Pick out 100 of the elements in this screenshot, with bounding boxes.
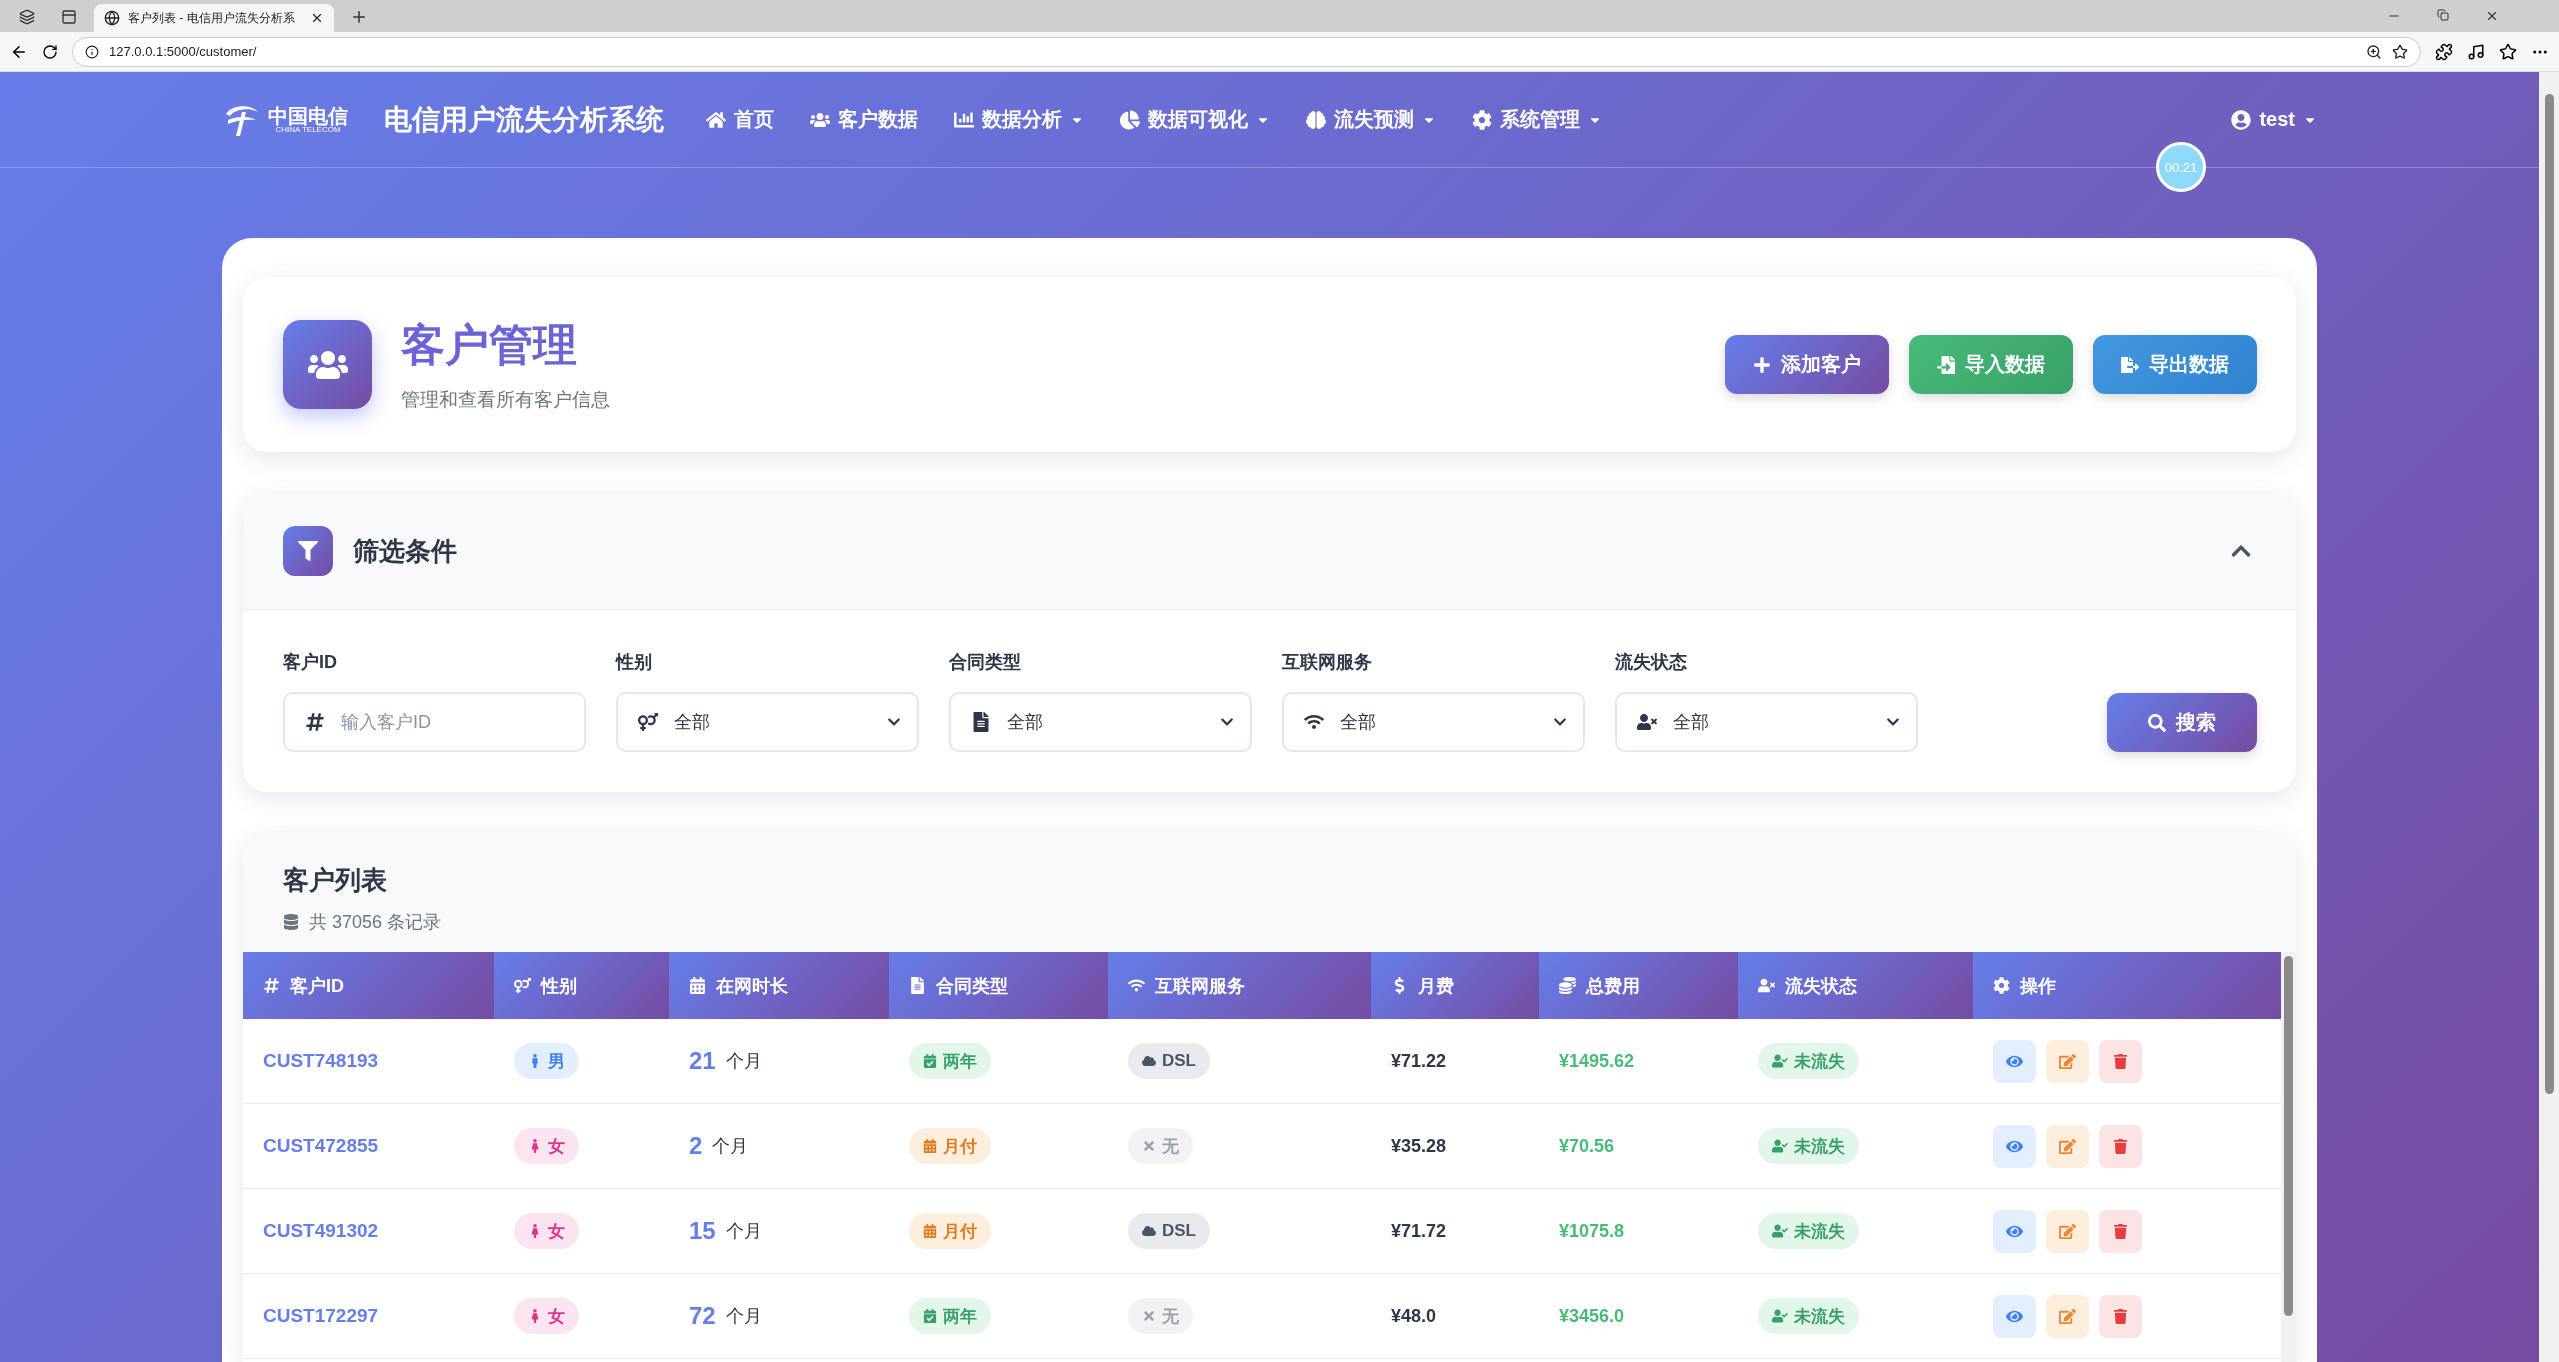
monthly-fee: ¥35.28 bbox=[1391, 1135, 1447, 1157]
scrollbar-thumb[interactable] bbox=[2284, 956, 2293, 1316]
gender-tag: 女 bbox=[514, 1213, 579, 1249]
nav-link[interactable]: 数据可视化 bbox=[1120, 106, 1270, 133]
pie-chart-icon bbox=[1120, 109, 1140, 130]
field-label: 合同类型 bbox=[949, 651, 1022, 674]
customer-id-link[interactable]: CUST491302 bbox=[263, 1220, 379, 1242]
favorites-icon[interactable] bbox=[2499, 42, 2517, 61]
music-icon[interactable] bbox=[2467, 42, 2485, 61]
column-header: 月费 bbox=[1371, 952, 1539, 1019]
nav-link[interactable]: 流失预测 bbox=[1306, 106, 1436, 133]
edit-icon bbox=[2059, 1222, 2076, 1240]
trash-icon bbox=[2113, 1138, 2128, 1154]
internet-tag: 无 bbox=[1128, 1298, 1193, 1334]
contract-select[interactable]: 全部 bbox=[949, 692, 1252, 752]
calendar-check-icon bbox=[923, 1309, 937, 1323]
churn-tag: 未流失 bbox=[1758, 1043, 1859, 1079]
file-import-icon bbox=[1937, 355, 1955, 374]
page-subtitle: 管理和查看所有客户信息 bbox=[401, 388, 610, 412]
edit-button[interactable] bbox=[2046, 1209, 2089, 1253]
file-export-icon bbox=[2121, 355, 2139, 374]
user-x-icon bbox=[1637, 712, 1657, 732]
monthly-fee: ¥71.22 bbox=[1391, 1050, 1447, 1072]
delete-button[interactable] bbox=[2099, 1209, 2142, 1253]
column-header: 互联网服务 bbox=[1108, 952, 1371, 1019]
restore-icon[interactable] bbox=[2437, 9, 2449, 21]
total-fee: ¥1495.62 bbox=[1559, 1050, 1635, 1072]
edit-button[interactable] bbox=[2046, 1124, 2089, 1168]
column-header: 操作 bbox=[1973, 952, 2281, 1019]
close-icon[interactable] bbox=[310, 11, 324, 25]
gender-select[interactable]: 全部 bbox=[616, 692, 919, 752]
trash-icon bbox=[2113, 1223, 2128, 1239]
zoom-icon[interactable] bbox=[2366, 43, 2382, 60]
monthly-fee: ¥48.0 bbox=[1391, 1305, 1437, 1327]
calendar-check-icon bbox=[923, 1054, 937, 1068]
gender-icon bbox=[638, 712, 658, 732]
user-x-icon bbox=[1758, 977, 1775, 994]
calendar-icon bbox=[689, 977, 706, 994]
user-menu[interactable]: test bbox=[2231, 108, 2317, 131]
nav-link[interactable]: 客户数据 bbox=[810, 106, 918, 133]
delete-button[interactable] bbox=[2099, 1039, 2142, 1083]
info-icon bbox=[85, 44, 99, 59]
churn-tag: 未流失 bbox=[1758, 1298, 1859, 1334]
calendar-icon bbox=[923, 1224, 937, 1238]
scrollbar-thumb[interactable] bbox=[2544, 94, 2554, 1094]
edit-button[interactable] bbox=[2046, 1039, 2089, 1083]
edit-icon bbox=[2059, 1137, 2076, 1155]
page-title: 客户管理 bbox=[401, 319, 578, 371]
star-icon[interactable] bbox=[2392, 43, 2408, 60]
tenure-value: 72 bbox=[689, 1302, 716, 1330]
search-button[interactable]: 搜索 bbox=[2107, 693, 2257, 752]
churn-tag: 未流失 bbox=[1758, 1213, 1859, 1249]
edit-button[interactable] bbox=[2046, 1294, 2089, 1338]
tenure-unit: 个月 bbox=[725, 1220, 762, 1243]
address-bar[interactable]: 127.0.0.1:5000/customer/ bbox=[72, 36, 2421, 67]
internet-tag: DSL bbox=[1128, 1043, 1210, 1079]
nav-link[interactable]: 首页 bbox=[706, 106, 774, 133]
internet-select[interactable]: 全部 bbox=[1282, 692, 1585, 752]
user-check-icon bbox=[1772, 1138, 1788, 1154]
coins-icon bbox=[1559, 977, 1576, 994]
view-button[interactable] bbox=[1993, 1124, 2036, 1168]
nav-link[interactable]: 数据分析 bbox=[954, 106, 1084, 133]
trash-icon bbox=[2113, 1053, 2128, 1069]
calendar-icon bbox=[923, 1139, 937, 1153]
customer-id-link[interactable]: CUST748193 bbox=[263, 1050, 379, 1072]
delete-button[interactable] bbox=[2099, 1294, 2142, 1338]
contract-tag: 月付 bbox=[909, 1128, 991, 1164]
database-icon bbox=[283, 914, 299, 930]
tenure-unit: 个月 bbox=[725, 1050, 762, 1073]
close-icon[interactable] bbox=[2485, 9, 2499, 23]
new-tab-icon[interactable] bbox=[350, 8, 368, 26]
section-title: 筛选条件 bbox=[353, 534, 457, 568]
delete-button[interactable] bbox=[2099, 1124, 2142, 1168]
tenure-value: 2 bbox=[689, 1132, 703, 1160]
view-button[interactable] bbox=[1993, 1209, 2036, 1253]
tab-actions-icon[interactable] bbox=[61, 9, 77, 25]
document-icon bbox=[909, 977, 926, 994]
workspaces-icon[interactable] bbox=[19, 9, 35, 25]
column-header: 流失状态 bbox=[1738, 952, 1973, 1019]
wifi-icon bbox=[1304, 712, 1324, 732]
customer-id-link[interactable]: CUST472855 bbox=[263, 1135, 379, 1157]
action-button[interactable]: 导入数据 bbox=[1909, 335, 2073, 394]
timer-badge: 00:21 bbox=[2156, 142, 2206, 192]
field-label: 客户ID bbox=[283, 651, 338, 674]
gender-tag: 女 bbox=[514, 1128, 579, 1164]
action-button[interactable]: 添加客户 bbox=[1725, 335, 1889, 394]
reload-icon[interactable] bbox=[42, 43, 58, 60]
nav-link[interactable]: 系统管理 bbox=[1472, 106, 1602, 133]
action-button[interactable]: 导出数据 bbox=[2093, 335, 2257, 394]
gear-icon bbox=[1993, 977, 2010, 994]
hash-icon bbox=[263, 977, 280, 994]
churn-select[interactable]: 全部 bbox=[1615, 692, 1918, 752]
customer-id-field[interactable]: 输入客户ID bbox=[283, 692, 586, 752]
customer-id-link[interactable]: CUST172297 bbox=[263, 1305, 379, 1327]
browser-tab[interactable]: 客户列表 - 电信用户流失分析系 bbox=[94, 4, 334, 32]
gender-tag: 男 bbox=[514, 1043, 579, 1079]
view-button[interactable] bbox=[1993, 1039, 2036, 1083]
extensions-icon[interactable] bbox=[2435, 42, 2453, 61]
logo-text: 中国电信 bbox=[268, 105, 348, 126]
view-button[interactable] bbox=[1993, 1294, 2036, 1338]
